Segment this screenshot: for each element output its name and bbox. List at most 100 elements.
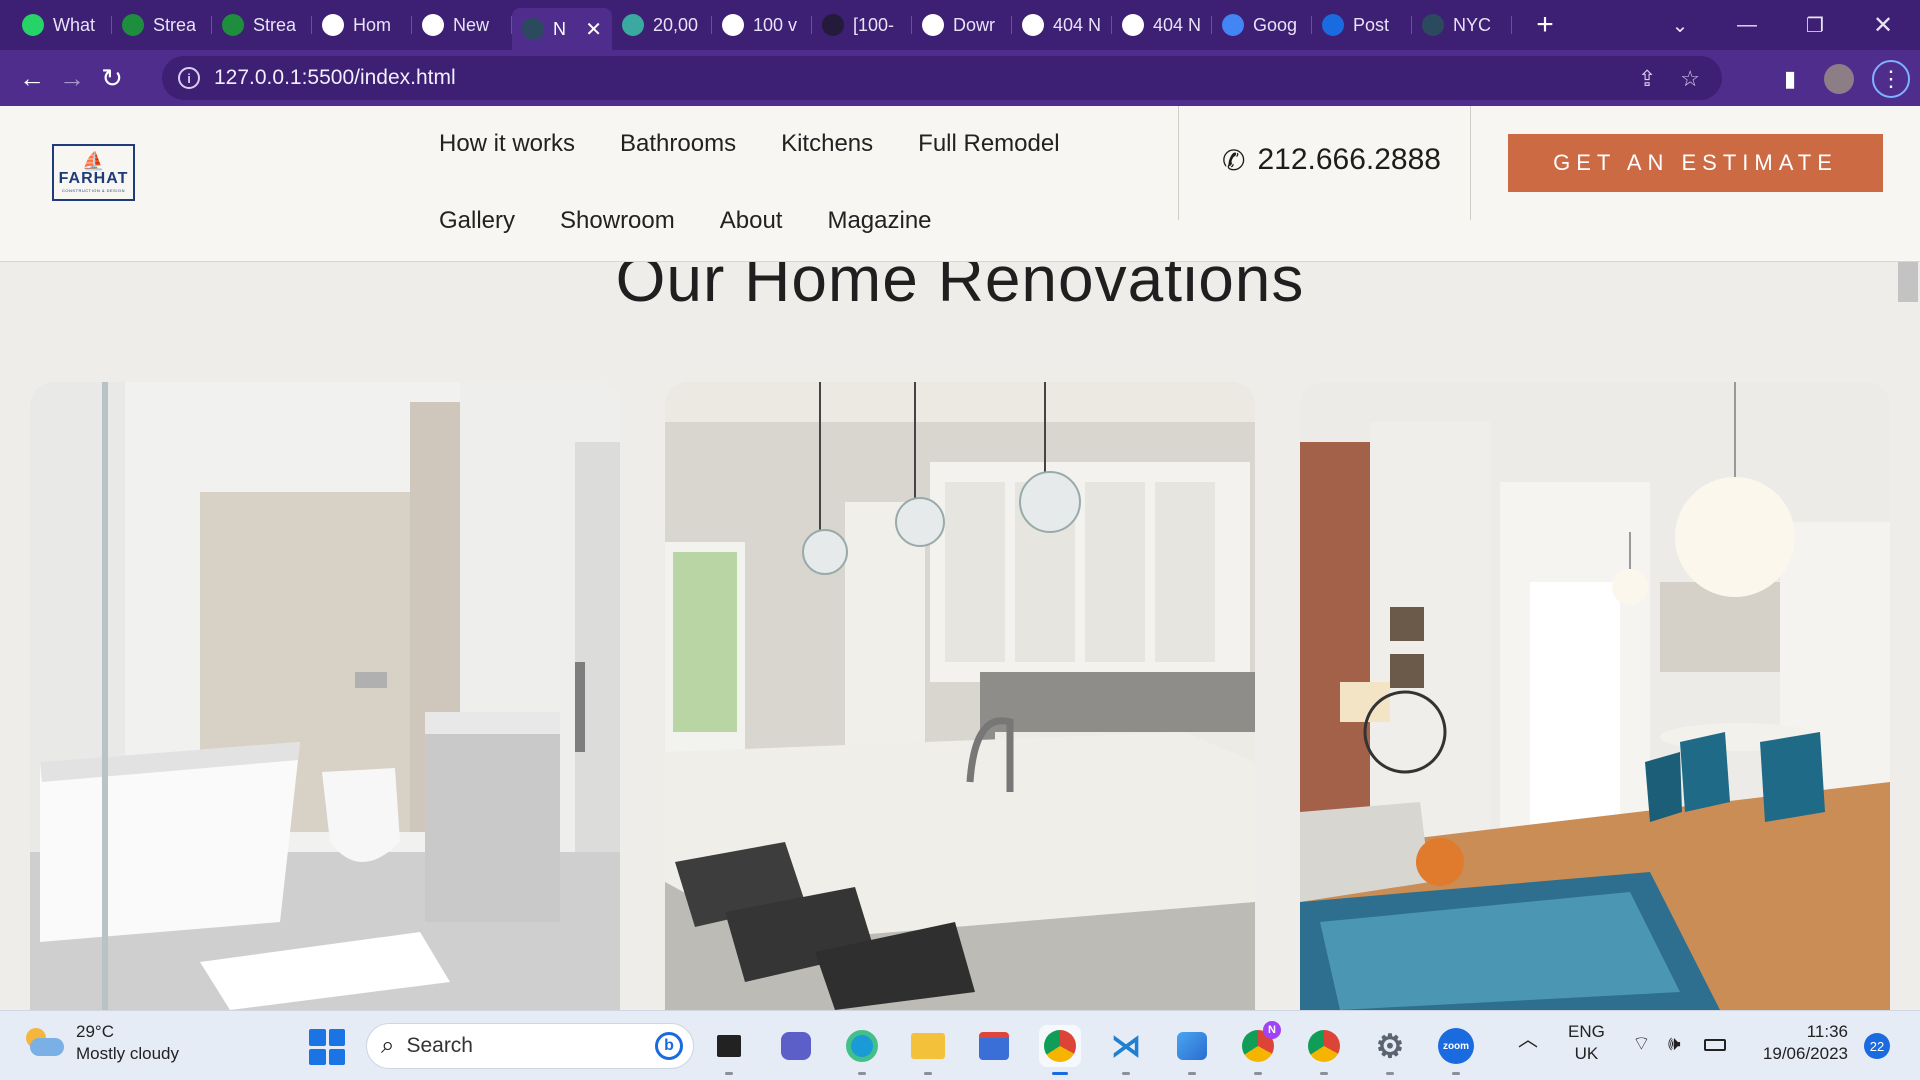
browser-tab[interactable]: What	[12, 7, 112, 43]
browser-tab[interactable]: 404 N	[1012, 7, 1112, 43]
download-icon	[922, 14, 944, 36]
browser-tab[interactable]: 20,00	[612, 7, 712, 43]
taskbar-search[interactable]: ⌕ Search b	[366, 1023, 694, 1069]
browser-tab[interactable]: NYC	[1412, 7, 1512, 43]
site-icon	[522, 18, 544, 40]
zoom-icon[interactable]: zoom	[1435, 1025, 1477, 1075]
classroom-icon	[222, 14, 244, 36]
chrome-secondary-icon[interactable]	[1303, 1025, 1345, 1075]
nav-link-full-remodel[interactable]: Full Remodel	[918, 130, 1059, 158]
side-panel-icon[interactable]: ▮	[1773, 62, 1807, 96]
nav-row-secondary: Gallery Showroom About Magazine	[439, 207, 932, 235]
url-text[interactable]: 127.0.0.1:5500/index.html	[214, 66, 456, 90]
bookmark-star-icon[interactable]: ☆	[1680, 66, 1700, 92]
chrome-profile-icon[interactable]: N	[1237, 1021, 1281, 1075]
browser-tab[interactable]: [100-	[812, 7, 912, 43]
close-window-button[interactable]: ✕	[1860, 0, 1906, 50]
tab-search-icon[interactable]: ⌄	[1660, 0, 1700, 50]
minimize-button[interactable]: —	[1724, 0, 1770, 50]
forward-button[interactable]: →	[52, 58, 92, 98]
language-indicator[interactable]: ENG UK	[1568, 1021, 1605, 1065]
tab-title: Strea	[253, 14, 297, 35]
nav-link-gallery[interactable]: Gallery	[439, 207, 515, 235]
new-tab-button[interactable]: +	[1522, 7, 1568, 43]
browser-tab[interactable]: Hom	[312, 7, 412, 43]
browser-tab[interactable]: Goog	[1212, 7, 1312, 43]
nav-link-bathrooms[interactable]: Bathrooms	[620, 130, 736, 158]
kitchen-card[interactable]	[665, 382, 1255, 1010]
farhat-logo[interactable]: ⛵ FARHAT CONSTRUCTION & DESIGN	[52, 144, 135, 201]
wifi-icon[interactable]: ⌔	[1632, 1033, 1651, 1055]
living-dining-card[interactable]	[1300, 382, 1890, 1010]
browser-menu-icon[interactable]: ⋮	[1872, 60, 1910, 98]
tab-title: New	[453, 14, 490, 35]
chrome-icon[interactable]	[1039, 1025, 1081, 1075]
file-explorer-icon[interactable]	[907, 1025, 949, 1075]
kitchen-photo	[665, 382, 1255, 1010]
classroom-icon	[122, 14, 144, 36]
browser-tab[interactable]: 100 v	[712, 7, 812, 43]
logo-name: FARHAT	[58, 170, 129, 187]
phone-number: 212.666.2888	[1257, 143, 1441, 176]
nav-link-kitchens[interactable]: Kitchens	[781, 130, 873, 158]
browser-tab[interactable]: Strea	[112, 7, 212, 43]
weather-widget[interactable]: 29°C Mostly cloudy	[24, 1021, 179, 1065]
browser-tab[interactable]: Dowr	[912, 7, 1012, 43]
phone-link[interactable]: ✆ 212.666.2888	[1222, 143, 1441, 177]
weather-temp: 29°C	[76, 1022, 114, 1041]
google-icon	[722, 14, 744, 36]
chrome-profile-badge: N	[1263, 1021, 1281, 1039]
teams-chat-icon[interactable]	[775, 1025, 817, 1067]
share-icon[interactable]: ⇪	[1638, 66, 1656, 92]
volume-icon[interactable]: 🕪	[1668, 1033, 1681, 1055]
site-icon	[1422, 14, 1444, 36]
browser-tab[interactable]: New	[412, 7, 512, 43]
photos-icon[interactable]	[1171, 1025, 1213, 1075]
settings-gear-icon[interactable]: ⚙	[1369, 1025, 1411, 1075]
vscode-icon[interactable]: ⋊	[1105, 1025, 1147, 1075]
battery-icon[interactable]	[1704, 1035, 1726, 1057]
back-button[interactable]: ←	[12, 58, 52, 98]
tab-title: Strea	[153, 14, 197, 35]
clock-date: 19/06/2023	[1762, 1044, 1848, 1063]
reload-button[interactable]: ↻	[92, 58, 132, 98]
show-hidden-icons-chevron-icon[interactable]: ︿	[1518, 1029, 1538, 1051]
browser-tab[interactable]: Strea	[212, 7, 312, 43]
tab-title: What	[53, 14, 96, 35]
get-estimate-button[interactable]: GET AN ESTIMATE	[1508, 134, 1883, 192]
tab-close-icon[interactable]: ✕	[585, 17, 602, 42]
tab-title: Goog	[1253, 14, 1298, 35]
edge-icon[interactable]	[841, 1025, 883, 1075]
restore-button[interactable]: ❐	[1792, 0, 1838, 50]
browser-tab[interactable]: N ✕	[512, 8, 612, 50]
tab-title: Post	[1353, 14, 1390, 35]
header-divider	[1178, 106, 1179, 220]
language-code: ENG	[1568, 1022, 1605, 1041]
nav-link-about[interactable]: About	[720, 207, 783, 235]
tab-title: Hom	[353, 14, 392, 35]
omnibox[interactable]: i 127.0.0.1:5500/index.html ⇪ ☆	[162, 56, 1722, 100]
clock[interactable]: 11:36 19/06/2023	[1752, 1021, 1848, 1065]
profile-avatar[interactable]	[1822, 62, 1856, 96]
start-button[interactable]	[309, 1029, 345, 1065]
tab-title: NYC	[1453, 14, 1492, 35]
calendar-icon	[1222, 14, 1244, 36]
browser-tab[interactable]: Post	[1312, 7, 1412, 43]
nav-row-primary: How it works Bathrooms Kitchens Full Remode…	[439, 130, 1060, 158]
whatsapp-icon	[22, 14, 44, 36]
notification-badge[interactable]: 22	[1864, 1033, 1890, 1059]
nav-link-how-it-works[interactable]: How it works	[439, 130, 575, 158]
microsoft-store-icon[interactable]	[973, 1025, 1015, 1067]
page-scrollbar[interactable]	[1902, 258, 1920, 1010]
bing-icon[interactable]: b	[655, 1032, 683, 1060]
search-placeholder: Search	[406, 1034, 473, 1057]
site-info-icon[interactable]: i	[178, 67, 200, 89]
clock-time: 11:36	[1806, 1022, 1848, 1041]
browser-tab[interactable]: 404 N	[1112, 7, 1212, 43]
bathroom-card[interactable]	[30, 382, 620, 1010]
living-dining-photo	[1300, 382, 1890, 1010]
nav-link-showroom[interactable]: Showroom	[560, 207, 675, 235]
bathroom-photo	[30, 382, 620, 1010]
task-view-icon[interactable]	[708, 1025, 750, 1075]
nav-link-magazine[interactable]: Magazine	[827, 207, 931, 235]
